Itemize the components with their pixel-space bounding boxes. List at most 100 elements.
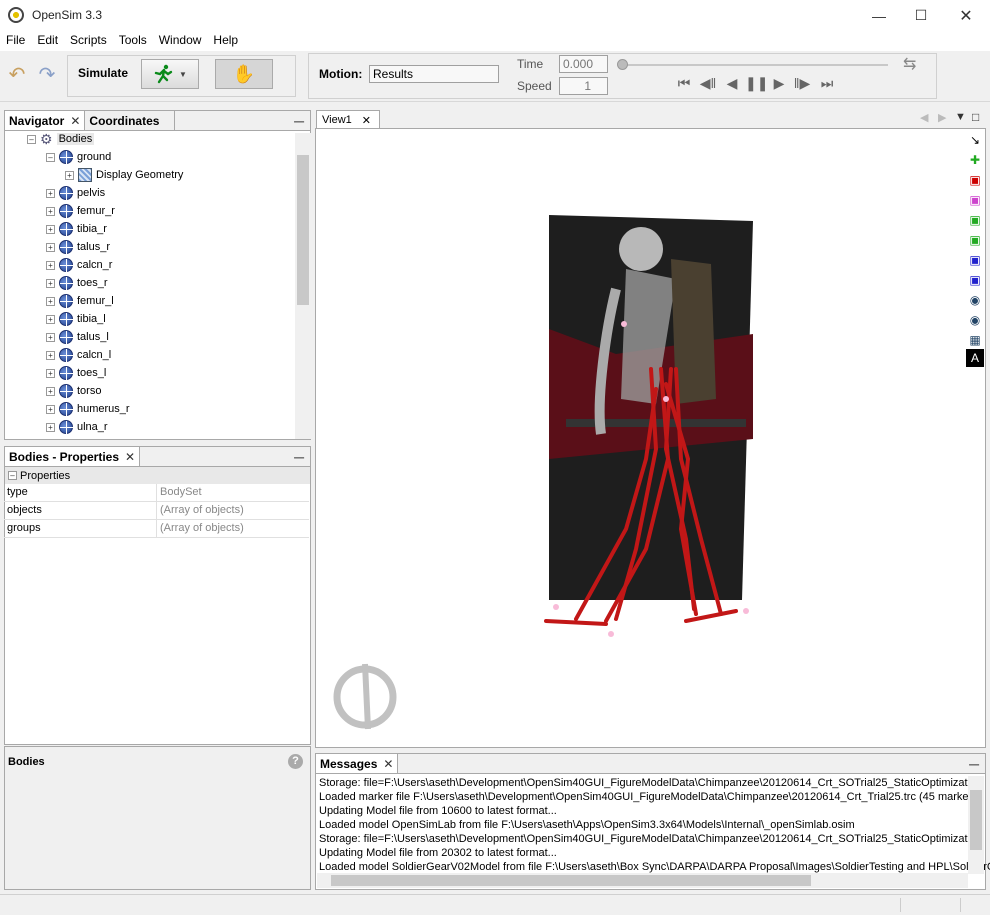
close-icon[interactable]: ✕ [125,450,135,464]
tree-row-torso[interactable]: + torso [46,382,101,400]
tree-scrollbar-thumb[interactable] [297,155,309,305]
messages-vscroll-thumb[interactable] [970,790,982,850]
3d-view-canvas[interactable] [315,128,986,748]
view-front-icon[interactable]: ▣ [966,171,984,189]
collapse-icon[interactable]: – [8,471,17,480]
tree-row-toes_r[interactable]: + toes_r [46,274,108,292]
close-icon[interactable]: ✕ [70,114,80,128]
view-left-icon[interactable]: ▣ [966,251,984,269]
step-back-icon[interactable]: ◀‖ [697,75,719,92]
menu-file[interactable]: File [0,31,31,51]
expand-icon[interactable]: + [46,368,55,378]
tree-row-tibia_r[interactable]: + tibia_r [46,220,107,238]
video-camera-icon[interactable]: ◉ [966,311,984,329]
close-icon[interactable]: ✕ [383,757,393,771]
play-icon[interactable]: ▶ [768,75,790,92]
expand-icon[interactable]: + [46,404,55,414]
menu-tools[interactable]: Tools [113,31,153,51]
expand-icon[interactable]: + [46,422,55,432]
view-bottom-icon[interactable]: ▣ [966,231,984,249]
minimize-panel-icon[interactable]: ─ [969,756,979,772]
expand-icon[interactable]: + [46,296,55,306]
play-reverse-icon[interactable]: ◀ [721,75,743,92]
redo-icon[interactable]: ↷ [36,63,58,86]
menu-window[interactable]: Window [153,31,208,51]
simulate-run-button[interactable]: ▼ [141,59,199,89]
undo-icon[interactable]: ↶ [6,63,28,86]
expand-icon[interactable]: + [46,188,55,198]
pan-hand-button[interactable]: ✋ [215,59,273,89]
close-icon[interactable]: ✕ [362,114,371,127]
text-annotation-icon[interactable]: A [966,349,984,367]
tree-row-pelvis[interactable]: + pelvis [46,184,105,202]
tree-row-calcn_l[interactable]: + calcn_l [46,346,111,364]
chevron-down-icon[interactable]: ▼ [179,70,187,79]
minimize-panel-icon[interactable]: ─ [294,449,304,465]
tree-row-tibia_l[interactable]: + tibia_l [46,310,106,328]
step-forward-icon[interactable]: ‖▶ [791,75,813,92]
expand-icon[interactable]: + [46,206,55,216]
view-back-icon[interactable]: ▣ [966,191,984,209]
tab-messages[interactable]: Messages ✕ [316,754,399,773]
property-row[interactable]: groups (Array of objects) [4,520,309,538]
tree-scrollbar[interactable] [295,133,311,439]
tab-navigator[interactable]: Navigator ✕ [5,111,86,130]
tab-bodies-properties[interactable]: Bodies - Properties ✕ [5,447,141,466]
tree-row-display-geometry[interactable]: + Display Geometry [65,166,183,184]
pause-icon[interactable]: ❚❚ [745,75,768,92]
tree-row-calcn_r[interactable]: + calcn_r [46,256,112,274]
collapse-icon[interactable]: – [27,134,36,144]
time-field[interactable]: 0.000 [559,55,608,73]
expand-icon[interactable]: + [46,332,55,342]
property-row[interactable]: objects (Array of objects) [4,502,309,520]
expand-icon[interactable]: + [46,260,55,270]
menu-edit[interactable]: Edit [31,31,64,51]
tab-list-chevron-icon[interactable]: ▼ [955,111,966,123]
time-slider-track[interactable] [622,64,888,66]
properties-section-header[interactable]: – Properties [5,467,310,484]
property-row[interactable]: type BodySet [4,484,309,502]
messages-hscrollbar[interactable] [317,873,968,888]
expand-icon[interactable]: + [46,350,55,360]
loop-icon[interactable]: ⇆ [903,54,916,74]
help-icon[interactable]: ? [288,754,303,769]
expand-icon[interactable]: + [46,386,55,396]
expand-icon[interactable]: + [46,278,55,288]
messages-vscrollbar[interactable] [968,776,984,874]
tree-row-femur_l[interactable]: + femur_l [46,292,114,310]
menu-help[interactable]: Help [207,31,244,51]
maximize-view-icon[interactable]: □ [972,110,979,124]
tree-row-bodies[interactable]: – ⚙ Bodies [27,130,95,148]
axes-icon[interactable]: ✚ [966,151,984,169]
tree-row-ulna_r[interactable]: + ulna_r [46,418,108,436]
motion-name-field[interactable]: Results [369,65,499,83]
messages-hscroll-thumb[interactable] [331,875,811,886]
tree-row-talus_r[interactable]: + talus_r [46,238,110,256]
tree-row-talus_l[interactable]: + talus_l [46,328,109,346]
menu-scripts[interactable]: Scripts [64,31,113,51]
tree-row-toes_l[interactable]: + toes_l [46,364,106,382]
close-window-button[interactable]: ✕ [943,0,989,31]
minimize-panel-icon[interactable]: ─ [294,113,304,129]
tree-row-femur_r[interactable]: + femur_r [46,202,115,220]
expand-icon[interactable]: + [65,170,74,180]
tree-row-humerus_r[interactable]: + humerus_r [46,400,130,418]
time-slider-handle[interactable] [617,59,628,70]
select-tool-icon[interactable]: ↘ [966,131,984,149]
camera-icon[interactable]: ◉ [966,291,984,309]
tab-coordinates[interactable]: Coordinates [85,111,176,130]
maximize-window-button[interactable]: ☐ [898,0,944,31]
tab-scroll-left-icon[interactable]: ◀ [920,111,928,124]
speed-spinner[interactable]: 1 [559,77,608,95]
go-to-end-icon[interactable]: ⏭ [816,75,838,92]
tab-view1[interactable]: View1 ✕ [316,110,380,129]
fit-view-icon[interactable]: ▦ [966,331,984,349]
view-top-icon[interactable]: ▣ [966,211,984,229]
expand-icon[interactable]: + [46,242,55,252]
go-to-start-icon[interactable]: ⏮ [673,75,695,92]
view-right-icon[interactable]: ▣ [966,271,984,289]
minimize-window-button[interactable]: — [856,0,902,31]
tree-row-ground[interactable]: – ground [46,148,111,166]
tab-scroll-right-icon[interactable]: ▶ [938,111,946,124]
collapse-icon[interactable]: – [46,152,55,162]
